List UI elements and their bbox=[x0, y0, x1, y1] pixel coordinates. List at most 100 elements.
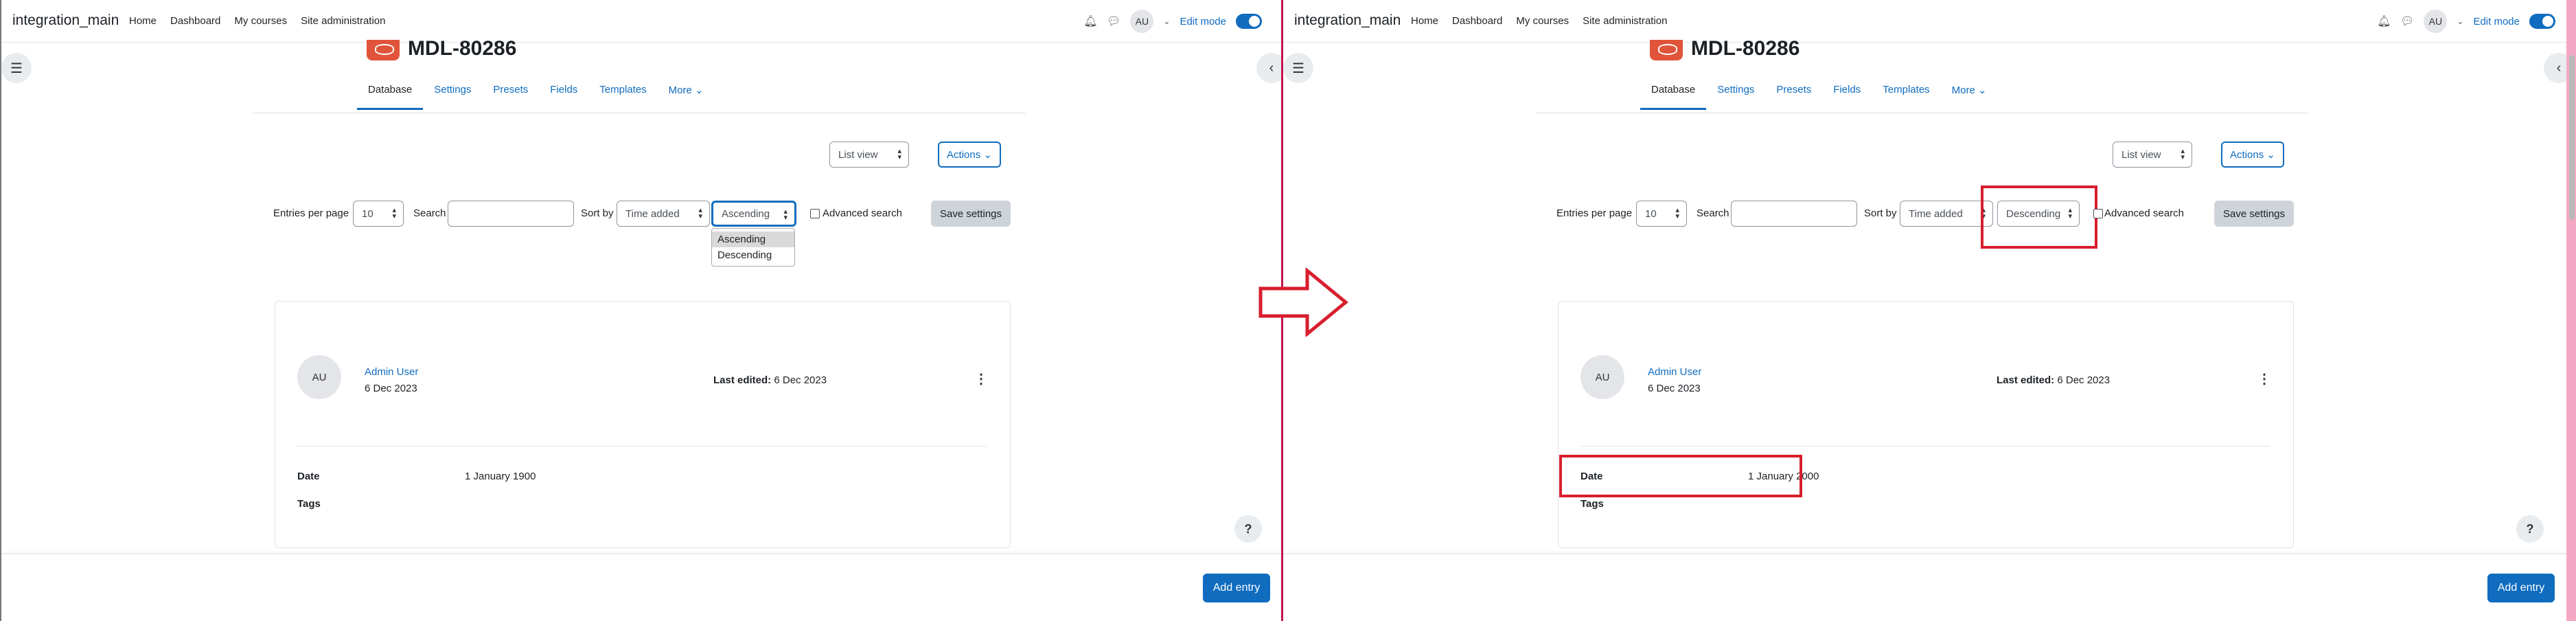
database-icon bbox=[1650, 40, 1683, 60]
user-avatar[interactable]: AU bbox=[2424, 10, 2448, 33]
search-label: Search bbox=[413, 207, 446, 219]
last-edited-label: Last edited: bbox=[713, 374, 772, 386]
kebab-menu-icon[interactable]: ⋮ bbox=[974, 370, 988, 387]
author-link[interactable]: Admin User bbox=[365, 366, 418, 378]
entries-per-page-select[interactable]: 10 ▴ ▾ bbox=[1636, 201, 1687, 227]
entry-date: 6 Dec 2023 bbox=[365, 383, 417, 394]
save-settings-button[interactable]: Save settings bbox=[931, 201, 1011, 227]
search-input[interactable] bbox=[1731, 201, 1857, 227]
save-settings-button[interactable]: Save settings bbox=[2214, 201, 2294, 227]
secondary-nav: Database Settings Presets Fields Templat… bbox=[1640, 84, 1998, 110]
page-scrollbar[interactable] bbox=[2566, 0, 2576, 621]
actions-button[interactable]: Actions ⌄ bbox=[938, 142, 1001, 168]
tab-database[interactable]: Database bbox=[1640, 84, 1707, 110]
tab-more[interactable]: More ⌄ bbox=[1941, 84, 1998, 110]
bell-icon[interactable]: 🔔︎ bbox=[2377, 14, 2391, 28]
option-ascending[interactable]: Ascending bbox=[712, 232, 794, 247]
kebab-menu-icon[interactable]: ⋮ bbox=[2257, 370, 2271, 387]
entry-card: AU Admin User 6 Dec 2023 Last edited: 6 … bbox=[1558, 301, 2294, 548]
user-avatar[interactable]: AU bbox=[1130, 10, 1154, 33]
edit-mode-label[interactable]: Edit mode bbox=[2473, 16, 2520, 27]
search-input[interactable] bbox=[448, 201, 574, 227]
tab-more-label: More bbox=[1951, 84, 1975, 96]
tab-presets[interactable]: Presets bbox=[1765, 84, 1822, 110]
page-title: MDL-80286 bbox=[1691, 37, 1800, 60]
last-edited: Last edited: 6 Dec 2023 bbox=[1997, 374, 2110, 386]
tab-settings[interactable]: Settings bbox=[1706, 84, 1765, 110]
view-select[interactable]: List view ▴ ▾ bbox=[2113, 142, 2192, 168]
nav-site-administration[interactable]: Site administration bbox=[301, 15, 385, 27]
select-arrows-icon: ▴ ▾ bbox=[392, 206, 396, 221]
tab-more[interactable]: More ⌄ bbox=[658, 84, 715, 110]
select-arrows-icon: ▴ ▾ bbox=[783, 207, 787, 222]
drawer-index-icon[interactable]: ☰ bbox=[1283, 53, 1313, 83]
actions-button[interactable]: Actions ⌄ bbox=[2221, 142, 2284, 168]
last-edited-label: Last edited: bbox=[1997, 374, 2055, 386]
edit-mode-toggle[interactable] bbox=[1236, 14, 1262, 29]
drawer-index-icon[interactable]: ☰ bbox=[1, 53, 32, 83]
tab-presets[interactable]: Presets bbox=[482, 84, 539, 110]
nav-my-courses[interactable]: My courses bbox=[1516, 15, 1569, 27]
chevron-left-icon[interactable]: ‹ bbox=[1256, 53, 1283, 83]
nav-dashboard[interactable]: Dashboard bbox=[170, 15, 220, 27]
scrollbar-thumb[interactable] bbox=[2569, 55, 2575, 220]
sort-by-label: Sort by bbox=[1864, 207, 1897, 219]
bell-icon[interactable]: 🔔︎ bbox=[1083, 14, 1097, 28]
nav-home[interactable]: Home bbox=[129, 15, 157, 27]
sort-field-select[interactable]: Time added ▴ ▾ bbox=[617, 201, 710, 227]
comparison-stage: integration_main Home Dashboard My cours… bbox=[0, 0, 2576, 621]
page-title: MDL-80286 bbox=[408, 37, 517, 60]
help-icon[interactable]: ? bbox=[1234, 515, 1262, 543]
sort-order-value: Ascending bbox=[722, 207, 770, 220]
sort-field-select[interactable]: Time added ▴ ▾ bbox=[1900, 201, 1993, 227]
sort-order-select[interactable]: Ascending ▴ ▾ bbox=[711, 201, 796, 227]
author-avatar[interactable]: AU bbox=[1580, 355, 1624, 399]
advanced-search-label[interactable]: Advanced search bbox=[2104, 207, 2184, 219]
navbar: integration_main Home Dashboard My cours… bbox=[1, 0, 1283, 43]
advanced-search-checkbox[interactable] bbox=[2093, 209, 2103, 218]
entry-divider bbox=[1580, 446, 2270, 447]
tab-templates[interactable]: Templates bbox=[1872, 84, 1940, 110]
edit-mode-toggle[interactable] bbox=[2529, 14, 2555, 29]
option-descending[interactable]: Descending bbox=[712, 247, 794, 263]
site-name[interactable]: integration_main bbox=[1294, 12, 1401, 29]
chat-icon[interactable]: 💬︎ bbox=[1107, 14, 1120, 28]
entries-per-page-value: 10 bbox=[362, 207, 373, 220]
view-select[interactable]: List view ▴ ▾ bbox=[829, 142, 909, 168]
entries-per-page-label: Entries per page bbox=[1556, 207, 1633, 219]
nav-right: 🔔︎ 💬︎ AU ⌄ Edit mode bbox=[1083, 10, 1262, 33]
database-icon bbox=[367, 40, 400, 60]
advanced-search-label[interactable]: Advanced search bbox=[823, 207, 902, 219]
author-link[interactable]: Admin User bbox=[1648, 366, 1701, 378]
chevron-down-icon[interactable]: ⌄ bbox=[2457, 16, 2463, 26]
chat-icon[interactable]: 💬︎ bbox=[2400, 14, 2414, 28]
transition-arrow-icon bbox=[1258, 268, 1348, 337]
nav-dashboard[interactable]: Dashboard bbox=[1452, 15, 1502, 27]
tab-fields[interactable]: Fields bbox=[1822, 84, 1872, 110]
tab-database[interactable]: Database bbox=[357, 84, 424, 110]
nav-site-administration[interactable]: Site administration bbox=[1583, 15, 1667, 27]
entries-per-page-value: 10 bbox=[1645, 207, 1657, 220]
field-tags-label: Tags bbox=[1580, 498, 1604, 510]
add-entry-button[interactable]: Add entry bbox=[2487, 574, 2555, 602]
nav-my-courses[interactable]: My courses bbox=[234, 15, 287, 27]
tab-templates[interactable]: Templates bbox=[588, 84, 657, 110]
tab-settings[interactable]: Settings bbox=[423, 84, 482, 110]
primary-nav: Home Dashboard My courses Site administr… bbox=[129, 15, 386, 27]
author-avatar[interactable]: AU bbox=[297, 355, 341, 399]
secondary-nav: Database Settings Presets Fields Templat… bbox=[357, 84, 715, 110]
tab-more-label: More bbox=[668, 84, 692, 96]
edit-mode-label[interactable]: Edit mode bbox=[1180, 16, 1226, 27]
site-name[interactable]: integration_main bbox=[12, 12, 119, 29]
select-arrows-icon: ▴ ▾ bbox=[2181, 147, 2185, 161]
help-icon[interactable]: ? bbox=[2516, 515, 2544, 543]
right-panel: integration_main Home Dashboard My cours… bbox=[1283, 0, 2576, 621]
add-entry-button[interactable]: Add entry bbox=[1203, 574, 1270, 602]
last-edited: Last edited: 6 Dec 2023 bbox=[713, 374, 827, 386]
entries-per-page-select[interactable]: 10 ▴ ▾ bbox=[353, 201, 404, 227]
advanced-search-checkbox[interactable] bbox=[810, 209, 820, 218]
chevron-down-icon[interactable]: ⌄ bbox=[1163, 16, 1170, 26]
nav-home[interactable]: Home bbox=[1411, 15, 1438, 27]
tab-fields[interactable]: Fields bbox=[539, 84, 588, 110]
last-edited-value: 6 Dec 2023 bbox=[2057, 374, 2111, 386]
